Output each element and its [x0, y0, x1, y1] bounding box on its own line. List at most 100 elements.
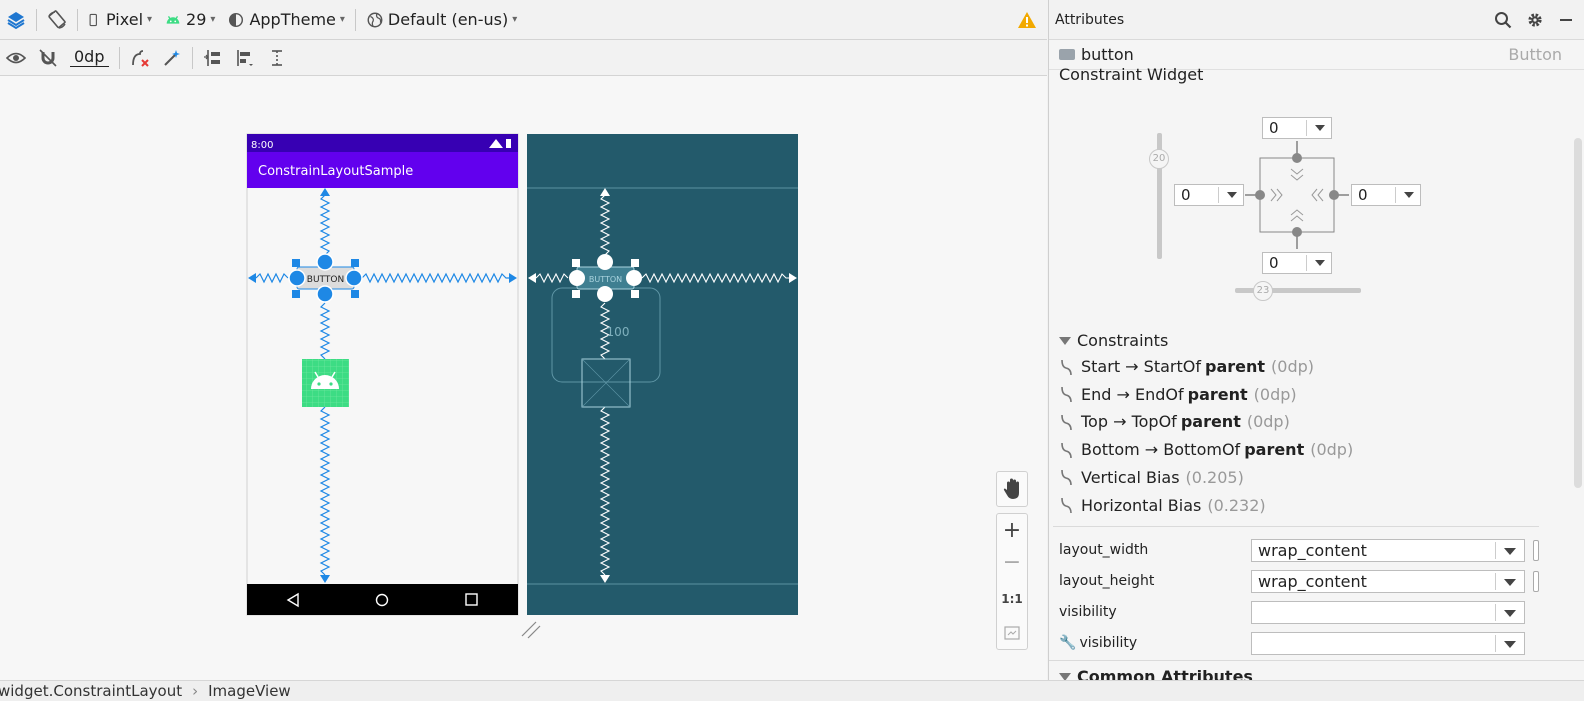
phone-app-title: ConstrainLayoutSample [258, 164, 413, 179]
design-canvas[interactable]: BUTTON 8:00 ConstrainLayoutSample 100 BU… [0, 77, 1047, 680]
common-attributes-title: Common Attributes [1077, 667, 1253, 680]
property-dropdown[interactable]: wrap_content [1251, 570, 1525, 593]
zoom-fit-button[interactable] [997, 616, 1027, 650]
property-resource-picker[interactable] [1533, 540, 1539, 561]
bottom-margin-dropdown[interactable]: 0 [1262, 252, 1332, 274]
breadcrumb-current[interactable]: ImageView [208, 682, 291, 700]
chevron-down-icon [1315, 260, 1325, 266]
chevron-down-icon: ▾ [339, 14, 345, 25]
design-surface: BUTTON 8:00ConstrainLayoutSample 100 BUT… [246, 133, 798, 639]
constraint-row[interactable]: Top → TopOf parent (0dp) [1059, 412, 1290, 431]
constraint-icon [1061, 497, 1072, 514]
hand-icon [1003, 478, 1019, 499]
property-resource-picker[interactable] [1533, 571, 1539, 592]
clear-constraints-icon [131, 49, 149, 67]
constraint-widget: 20 23 0 0 0 0 [1049, 71, 1584, 311]
property-label: 🔧 visibility [1059, 635, 1138, 651]
chevron-down-icon [1315, 125, 1325, 131]
constraint-row[interactable]: Bottom → BottomOf parent (0dp) [1059, 440, 1353, 459]
blueprint-button-label: BUTTON [589, 275, 622, 284]
guideline-icon [271, 49, 282, 66]
device-selector[interactable]: Pixel ▾ [82, 0, 158, 39]
constraint-value: (0dp) [1253, 384, 1297, 404]
property-dropdown[interactable]: wrap_content [1251, 539, 1525, 562]
guidelines-button[interactable] [261, 40, 293, 75]
design-button-label: BUTTON [307, 275, 344, 285]
battery-icon [506, 139, 511, 148]
layout-editor: Pixel ▾ 29 ▾ AppTheme ▾ Default (en-us) … [0, 0, 1047, 680]
constraint-target: parent [1187, 384, 1248, 404]
autoconnect-button[interactable] [32, 40, 64, 75]
blueprint-button[interactable]: BUTTON [569, 254, 642, 302]
collapse-arrow-icon [1059, 336, 1071, 345]
default-margin-label: 0dp [70, 48, 109, 67]
pack-button[interactable] [197, 40, 229, 75]
zoom-in-button[interactable]: + [997, 514, 1027, 548]
view-options-button[interactable] [0, 40, 32, 75]
breadcrumb-parent[interactable]: widget.ConstraintLayout [0, 682, 182, 700]
component-id[interactable]: button [1081, 45, 1134, 64]
right-margin-dropdown[interactable]: 0 [1351, 184, 1421, 206]
component-class: Button [1508, 45, 1562, 64]
constraint-text: Start → StartOf [1081, 357, 1201, 376]
gear-icon[interactable] [1526, 11, 1544, 29]
align-left-icon [236, 49, 253, 66]
top-margin-dropdown[interactable]: 0 [1262, 117, 1332, 139]
editor-toolbar-bottom: 0dp [0, 40, 1047, 76]
warning-icon [1018, 11, 1036, 28]
api-level-selector[interactable]: 29 ▾ [158, 0, 221, 39]
infer-constraints-button[interactable] [156, 40, 188, 75]
attributes-scrollbar[interactable] [1574, 138, 1582, 488]
minimize-icon[interactable] [1558, 11, 1574, 29]
zoom-controls: + − 1:1 [996, 513, 1028, 650]
property-label: visibility [1059, 604, 1117, 620]
blueprint-bias-label: 100 [607, 325, 630, 339]
right-margin-value: 0 [1358, 186, 1368, 204]
constraint-row[interactable]: Start → StartOf parent (0dp) [1059, 357, 1314, 376]
chevron-down-icon [1404, 192, 1414, 198]
chevron-down-icon [1504, 548, 1516, 555]
theme-selector[interactable]: AppTheme ▾ [221, 0, 350, 39]
align-button[interactable] [229, 40, 261, 75]
zoom-actual-size-button[interactable]: 1:1 [997, 582, 1027, 616]
property-dropdown[interactable] [1251, 601, 1525, 624]
resize-handle[interactable] [521, 621, 541, 639]
property-value: wrap_content [1258, 572, 1367, 591]
common-attributes-header[interactable]: Common Attributes [1059, 667, 1253, 680]
constraint-target: parent [1204, 357, 1266, 376]
property-dropdown[interactable] [1251, 632, 1525, 655]
attributes-title: Attributes [1055, 11, 1125, 28]
constraint-text: Bottom → BottomOf [1081, 440, 1241, 460]
locale-selector[interactable]: Default (en-us) ▾ [360, 0, 523, 39]
constraint-text: End → EndOf [1081, 384, 1184, 404]
design-surface-button[interactable] [0, 0, 32, 39]
chevron-down-icon [1504, 641, 1516, 648]
design-button[interactable]: BUTTON [288, 253, 363, 303]
warnings-button[interactable] [1017, 10, 1047, 30]
constraint-value: (0.232) [1207, 495, 1266, 515]
attributes-header: Attributes [1049, 0, 1584, 40]
pan-button[interactable] [996, 471, 1028, 507]
constraints-section-header[interactable]: Constraints [1059, 331, 1168, 350]
blueprint-view: 100 BUTTON [527, 134, 798, 615]
constraint-row[interactable]: Horizontal Bias (0.232) [1059, 496, 1266, 515]
vertical-bias-thumb[interactable]: 20 [1149, 149, 1169, 169]
property-label: layout_height [1059, 573, 1155, 589]
button-widget-icon [1059, 49, 1075, 60]
search-icon[interactable] [1494, 11, 1512, 29]
default-margin-button[interactable]: 0dp [64, 40, 115, 75]
constraint-row[interactable]: Vertical Bias (0.205) [1059, 468, 1244, 487]
attributes-panel: Attributes button Button Constraint Widg… [1048, 0, 1584, 680]
horizontal-bias-thumb[interactable]: 23 [1253, 281, 1273, 301]
clear-constraints-button[interactable] [124, 40, 156, 75]
left-margin-dropdown[interactable]: 0 [1174, 184, 1244, 206]
constraint-row[interactable]: End → EndOf parent (0dp) [1059, 385, 1297, 404]
constraint-target: parent [1180, 412, 1241, 432]
constraints-title: Constraints [1077, 331, 1169, 350]
constraint-value: (0.205) [1185, 467, 1244, 487]
locale-label: Default (en-us) [387, 10, 509, 29]
design-image-view[interactable] [302, 359, 349, 407]
zoom-out-button[interactable]: − [997, 548, 1027, 582]
orientation-button[interactable] [41, 0, 73, 39]
globe-icon [367, 12, 383, 27]
